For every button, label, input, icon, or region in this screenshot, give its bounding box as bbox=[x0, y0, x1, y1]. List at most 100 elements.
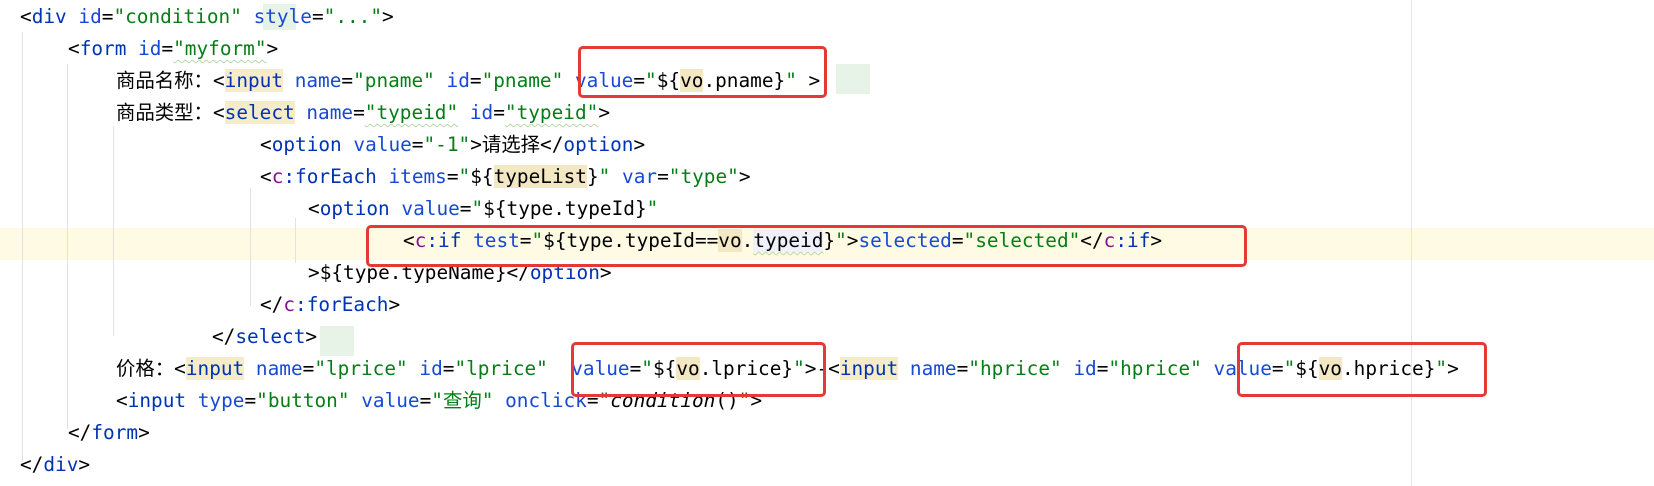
code-token: "hprice" bbox=[968, 357, 1062, 380]
indent-guide bbox=[67, 64, 68, 429]
code-token: = bbox=[311, 5, 324, 28]
code-token: > bbox=[78, 453, 91, 476]
code-token: value bbox=[353, 133, 412, 156]
code-token: input bbox=[224, 69, 284, 92]
code-editor[interactable]: <div id="condition" style="..."> <form id… bbox=[0, 0, 1654, 486]
code-token: id bbox=[78, 5, 102, 28]
code-token: "button" bbox=[256, 389, 350, 412]
code-token: value bbox=[361, 389, 420, 412]
code-token: :forEach bbox=[295, 293, 389, 316]
code-token: = bbox=[493, 101, 505, 124]
code-token: name bbox=[294, 69, 342, 92]
cursor-selection-marker bbox=[320, 326, 354, 356]
code-token: "pname" bbox=[481, 69, 564, 92]
code-token: > bbox=[305, 325, 318, 348]
code-token: > bbox=[388, 293, 401, 316]
code-token: "condition" bbox=[113, 5, 242, 28]
code-token: = bbox=[341, 69, 354, 92]
code-token: </ bbox=[260, 293, 284, 316]
code-line[interactable]: </c:forEach> bbox=[260, 289, 400, 321]
code-token: </ bbox=[20, 453, 44, 476]
code-token: >请选择</ bbox=[470, 133, 564, 156]
code-token: "pname" bbox=[353, 69, 435, 92]
code-line[interactable]: <option value="-1">请选择</option> bbox=[260, 129, 645, 161]
code-token: id bbox=[138, 37, 162, 60]
indent-guide bbox=[295, 218, 296, 263]
code-token: option bbox=[271, 133, 342, 156]
code-token: c bbox=[271, 165, 284, 188]
code-token: ${ bbox=[470, 165, 494, 188]
code-token: ${ bbox=[319, 261, 344, 284]
code-line[interactable]: <option value="${type.typeId}" bbox=[308, 193, 658, 225]
code-token: < bbox=[308, 197, 320, 220]
code-token: name bbox=[306, 101, 354, 124]
code-token: name bbox=[255, 357, 303, 380]
code-token: 商品名称： bbox=[116, 69, 213, 92]
code-token: > bbox=[138, 421, 150, 444]
code-token: "typeid" bbox=[364, 101, 459, 124]
code-line[interactable]: </select> bbox=[212, 321, 317, 353]
code-token: = bbox=[419, 389, 432, 412]
code-token: id bbox=[446, 69, 470, 92]
code-token: select bbox=[224, 101, 295, 124]
indent-guide bbox=[113, 126, 114, 336]
code-token: > bbox=[382, 5, 394, 28]
code-token: :forEach bbox=[283, 165, 377, 188]
code-token: "lprice" bbox=[314, 357, 408, 380]
code-token: " bbox=[323, 5, 336, 28]
code-token: "查询" bbox=[431, 389, 494, 412]
code-token: = bbox=[459, 197, 472, 220]
code-token: type.typeId bbox=[506, 197, 635, 220]
code-token: = bbox=[411, 133, 424, 156]
code-token: input bbox=[185, 357, 245, 380]
code-token: div bbox=[43, 453, 79, 476]
code-token: } bbox=[586, 165, 599, 188]
code-line[interactable]: <c:forEach items="${typeList}" var="type… bbox=[260, 161, 751, 193]
code-line[interactable]: <div id="condition" style="..."> bbox=[20, 1, 394, 33]
code-token: > bbox=[266, 37, 279, 60]
code-token: < bbox=[20, 5, 32, 28]
code-token: value bbox=[401, 197, 460, 220]
code-token: input bbox=[127, 389, 187, 412]
code-token: < bbox=[260, 133, 272, 156]
code-token: = bbox=[657, 165, 669, 188]
code-line[interactable]: <form id="myform"> bbox=[68, 33, 278, 65]
code-token: typeList bbox=[493, 165, 587, 188]
code-token: "typeid" bbox=[504, 101, 599, 124]
code-token: id bbox=[419, 357, 443, 380]
code-token: = bbox=[956, 357, 969, 380]
code-token: = bbox=[442, 357, 455, 380]
code-line[interactable]: </form> bbox=[68, 417, 150, 449]
code-token: "-1" bbox=[423, 133, 471, 156]
code-token: "hprice" bbox=[1108, 357, 1202, 380]
annotation-box-pname bbox=[578, 46, 827, 98]
code-token: div bbox=[31, 5, 67, 28]
annotation-box-lprice bbox=[571, 342, 826, 397]
code-token: </ bbox=[212, 325, 236, 348]
code-token: select bbox=[235, 325, 306, 348]
code-token: > bbox=[598, 101, 610, 124]
code-token: form bbox=[91, 421, 139, 444]
code-token: id bbox=[1073, 357, 1097, 380]
code-token: = bbox=[353, 101, 365, 124]
code-token: name bbox=[909, 357, 957, 380]
code-line[interactable]: </div> bbox=[20, 449, 90, 481]
code-token: < bbox=[212, 69, 225, 92]
code-line[interactable]: 商品类型：<select name="typeid" id="typeid"> bbox=[116, 97, 610, 129]
code-token: > bbox=[738, 165, 751, 188]
code-token: option bbox=[319, 197, 390, 220]
code-token: items bbox=[388, 165, 447, 188]
